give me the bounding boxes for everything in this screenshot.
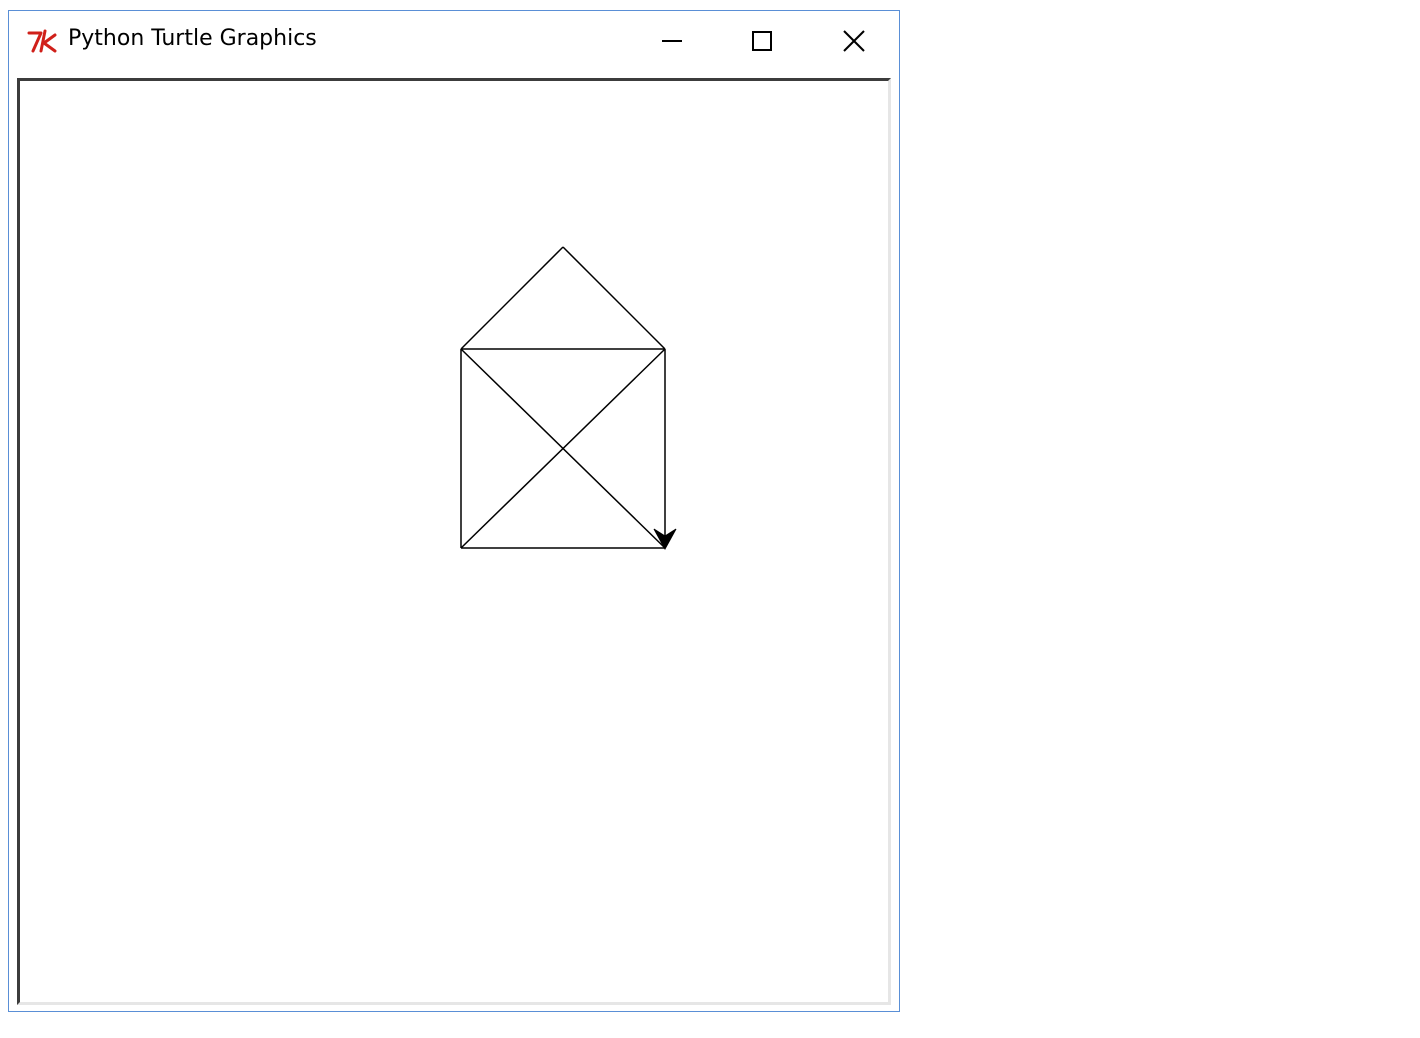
tk-feather-icon — [27, 29, 57, 53]
drawing-surface — [460, 246, 677, 551]
close-icon — [843, 30, 865, 52]
roof-right — [562, 246, 666, 350]
maximize-icon — [752, 31, 772, 51]
minimize-button[interactable] — [627, 11, 717, 71]
close-button[interactable] — [809, 11, 899, 71]
house-drawing — [460, 246, 666, 549]
minimize-icon — [662, 40, 682, 42]
turtle-canvas[interactable] — [17, 78, 891, 1005]
title-bar[interactable]: Python Turtle Graphics — [9, 11, 899, 75]
roof-left — [460, 246, 564, 350]
window-title: Python Turtle Graphics — [68, 26, 317, 51]
maximize-button[interactable] — [717, 11, 807, 71]
turtle-window: Python Turtle Graphics — [8, 10, 900, 1012]
